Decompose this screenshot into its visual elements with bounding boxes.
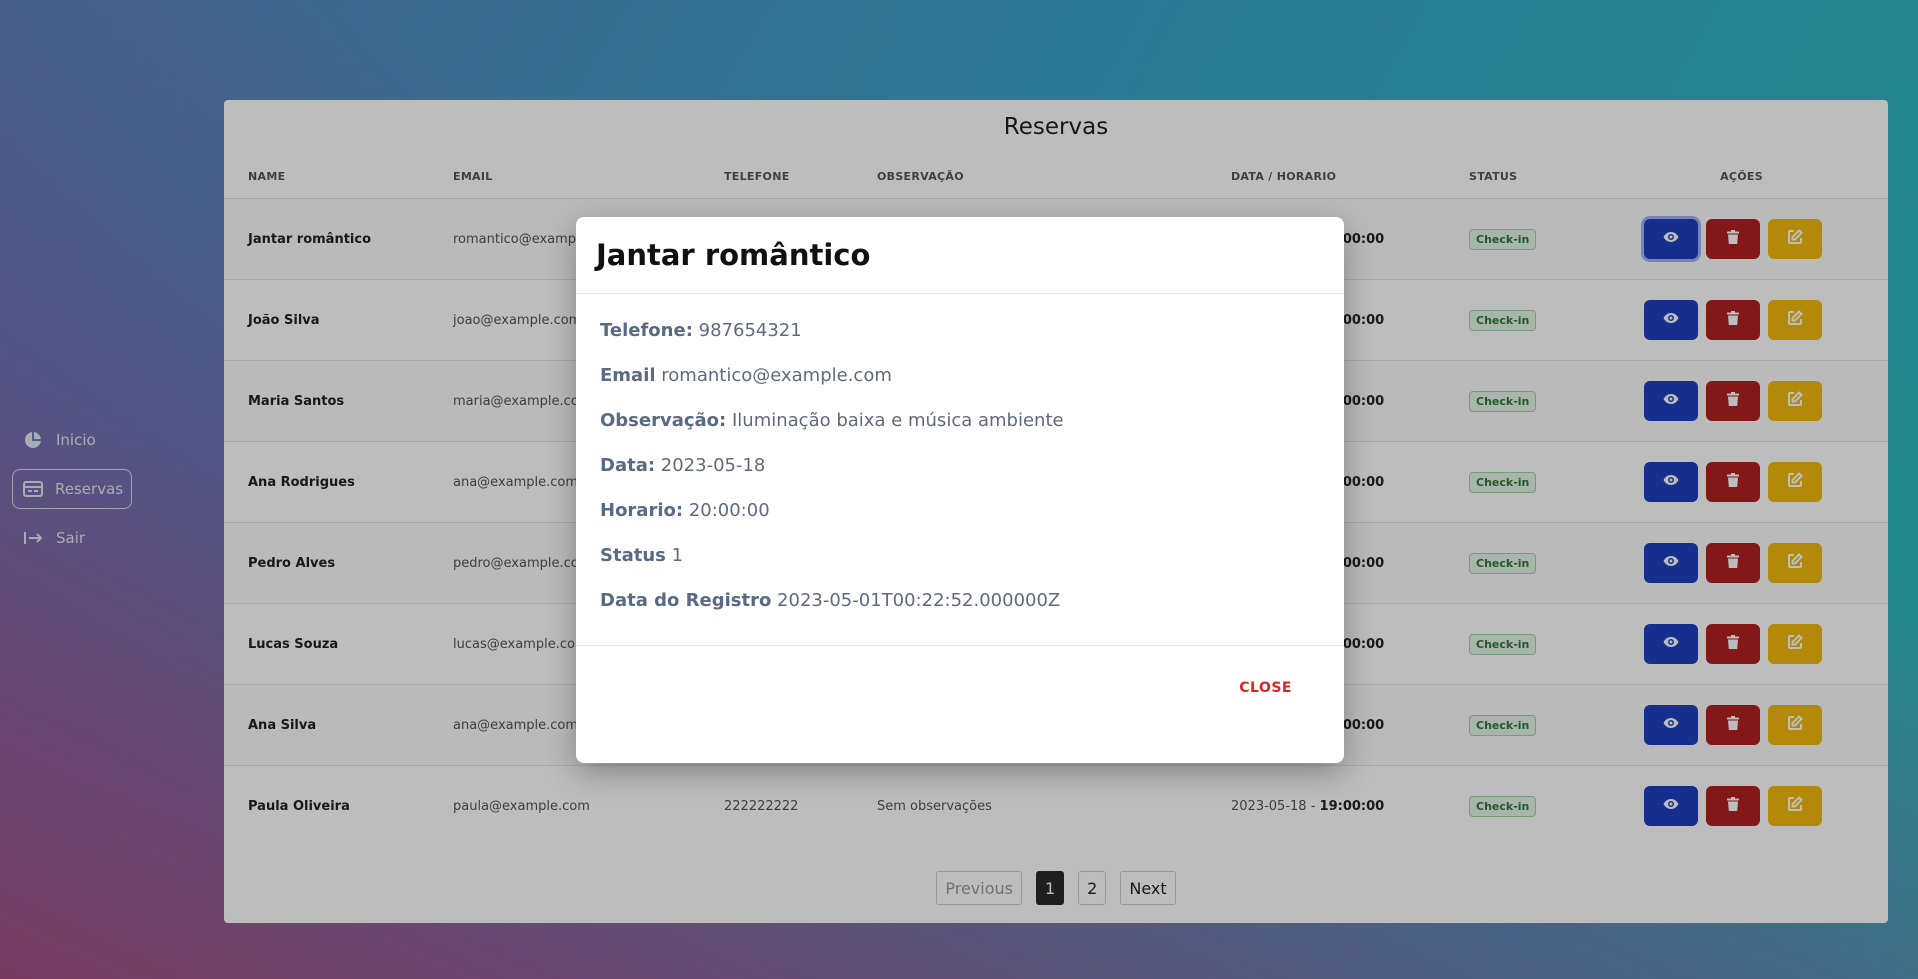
modal-title: Jantar romântico (596, 238, 871, 272)
field-value: Iluminação baixa e música ambiente (731, 410, 1064, 431)
field-value: 2023-05-01T00:22:52.000000Z (777, 590, 1061, 611)
field-label: Status (600, 545, 666, 566)
modal-footer: CLOSE (576, 646, 1344, 696)
reservation-detail-modal: Jantar romântico Telefone: 987654321 Ema… (576, 217, 1344, 763)
close-button[interactable]: CLOSE (1239, 680, 1292, 696)
field-value: 1 (671, 545, 684, 566)
modal-body: Telefone: 987654321 Email romantico@exam… (576, 294, 1344, 646)
field-label: Data do Registro (600, 590, 772, 611)
field-data-registro: Data do Registro 2023-05-01T00:22:52.000… (600, 590, 1320, 615)
field-email: Email romantico@example.com (600, 365, 1320, 390)
field-label: Observação: (600, 410, 727, 431)
field-telefone: Telefone: 987654321 (600, 320, 1320, 345)
field-label: Email (600, 365, 656, 386)
field-label: Data: (600, 455, 656, 476)
field-observacao: Observação: Iluminação baixa e música am… (600, 410, 1320, 435)
field-value: romantico@example.com (661, 365, 892, 386)
modal-header: Jantar romântico (576, 217, 1344, 294)
field-data: Data: 2023-05-18 (600, 455, 1320, 480)
field-status: Status 1 (600, 545, 1320, 570)
field-value: 20:00:00 (688, 500, 770, 521)
field-label: Telefone: (600, 320, 693, 341)
field-horario: Horario: 20:00:00 (600, 500, 1320, 525)
field-label: Horario: (600, 500, 684, 521)
field-value: 987654321 (698, 320, 802, 341)
field-value: 2023-05-18 (660, 455, 766, 476)
